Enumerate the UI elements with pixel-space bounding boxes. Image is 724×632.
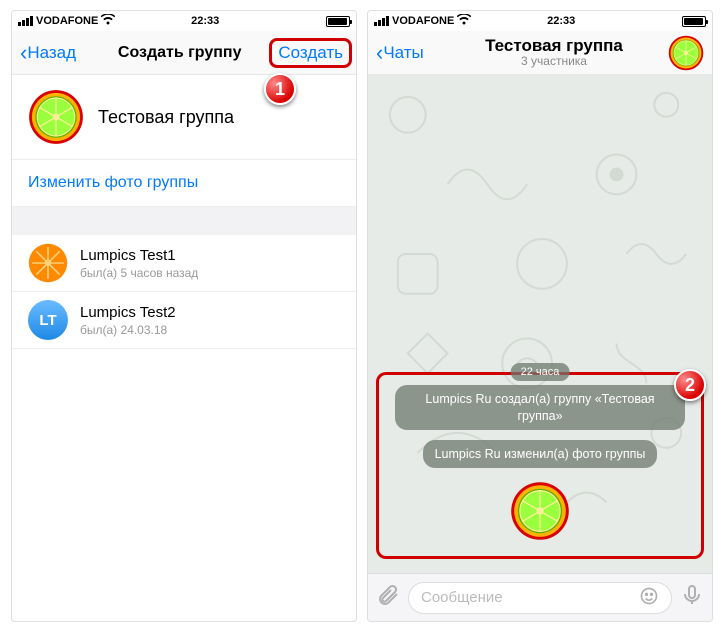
status-bar: VODAFONE 22:33 xyxy=(368,11,712,31)
member-name-0: Lumpics Test1 xyxy=(80,247,198,264)
change-photo-button[interactable]: Изменить фото группы xyxy=(12,159,356,207)
wifi-icon xyxy=(101,14,115,28)
status-bar: VODAFONE 22:33 xyxy=(12,11,356,31)
chat-body[interactable]: 22 часа Lumpics Ru создал(а) группу «Тес… xyxy=(368,75,712,573)
back-label: Назад xyxy=(27,43,76,63)
signal-icon xyxy=(18,16,33,26)
member-row-1[interactable]: LT Lumpics Test2 был(а) 24.03.18 xyxy=(12,292,356,349)
step-badge-2: 2 xyxy=(674,369,706,401)
group-name-row[interactable]: Тестовая группа xyxy=(12,75,356,159)
section-gap xyxy=(12,207,356,235)
mic-icon[interactable] xyxy=(680,583,704,612)
chevron-left-icon: ‹ xyxy=(20,40,27,66)
back-button[interactable]: ‹ Назад xyxy=(20,40,90,66)
system-messages-highlight: 22 часа Lumpics Ru создал(а) группу «Тес… xyxy=(376,372,704,559)
signal-icon xyxy=(374,16,389,26)
sys-group-photo[interactable] xyxy=(507,478,573,544)
member-name-1: Lumpics Test2 xyxy=(80,304,176,321)
member-status-1: был(а) 24.03.18 xyxy=(80,323,176,337)
battery-icon xyxy=(326,16,350,27)
wifi-icon xyxy=(457,14,471,28)
back-label: Чаты xyxy=(383,43,423,63)
create-button[interactable]: Создать xyxy=(269,38,352,68)
member-row-0[interactable]: Lumpics Test1 был(а) 5 часов назад xyxy=(12,235,356,292)
carrier-label: VODAFONE xyxy=(36,15,98,27)
chevron-left-icon: ‹ xyxy=(376,40,383,66)
nav-title: Создать группу xyxy=(90,44,269,62)
clock: 22:33 xyxy=(547,15,575,27)
sys-msg-0: Lumpics Ru создал(а) группу «Тестовая гр… xyxy=(395,385,686,430)
member-avatar-1: LT xyxy=(28,300,68,340)
step-badge-1: 1 xyxy=(264,73,296,105)
nav-bar: ‹ Чаты Тестовая группа 3 участника xyxy=(368,31,712,75)
screen-chat: VODAFONE 22:33 ‹ Чаты Тестовая группа 3 … xyxy=(367,10,713,622)
message-input[interactable]: Сообщение xyxy=(408,582,672,614)
sys-msg-1: Lumpics Ru изменил(а) фото группы xyxy=(423,440,658,468)
screen-create-group: VODAFONE 22:33 ‹ Назад Создать группу Со… xyxy=(11,10,357,622)
battery-icon xyxy=(682,16,706,27)
chat-title-block[interactable]: Тестовая группа 3 участника xyxy=(485,37,623,69)
message-placeholder: Сообщение xyxy=(421,589,503,606)
back-chats-button[interactable]: ‹ Чаты xyxy=(376,40,446,66)
sticker-icon[interactable] xyxy=(639,586,659,610)
date-pill: 22 часа xyxy=(511,363,570,381)
group-avatar[interactable] xyxy=(28,89,84,145)
message-input-bar: Сообщение xyxy=(368,573,712,621)
chat-title: Тестовая группа xyxy=(485,37,623,56)
member-avatar-0 xyxy=(28,243,68,283)
clock: 22:33 xyxy=(191,15,219,27)
chat-header-avatar[interactable] xyxy=(668,35,704,71)
nav-bar: ‹ Назад Создать группу Создать xyxy=(12,31,356,75)
member-status-0: был(а) 5 часов назад xyxy=(80,266,198,280)
group-name-input[interactable]: Тестовая группа xyxy=(98,107,234,128)
attach-icon[interactable] xyxy=(376,583,400,612)
chat-subtitle: 3 участника xyxy=(521,55,587,68)
carrier-label: VODAFONE xyxy=(392,15,454,27)
